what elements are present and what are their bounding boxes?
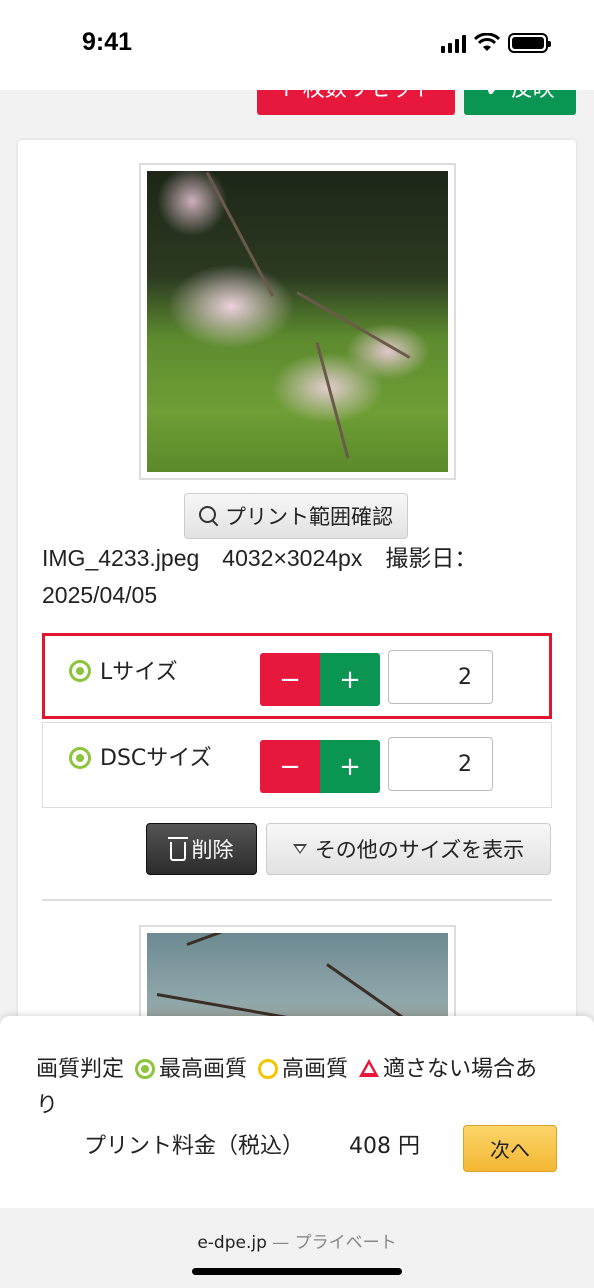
triangle-down-icon [292,844,307,854]
battery-icon [508,33,551,53]
show-other-sizes-label: その他のサイズを表示 [314,838,525,862]
delete-button[interactable]: 削除 [146,823,257,875]
delete-label: 削除 [191,838,234,862]
trash-icon [167,836,188,861]
print-range-check-label: プリント範囲確認 [225,505,393,529]
increase-button-l[interactable]: + [320,653,380,706]
status-icons [441,33,551,53]
signal-icon [441,33,466,53]
cherry-blossom-photo [147,171,448,472]
file-info: IMG_4233.jpeg 4032×3024px 撮影日：2025/04/05 [42,545,478,608]
browsing-mode: — プライベート [272,1233,397,1253]
home-indicator [192,1268,402,1275]
price-label: プリント料金（税込） [84,1134,305,1159]
increase-button-dsc[interactable]: + [320,740,380,793]
size-row-dsc: DSCサイズ − + 2 [42,722,552,808]
status-time: 9:41 [82,28,133,56]
browser-address-bar[interactable]: e-dpe.jp — プライベート [0,1208,594,1288]
decrease-button-dsc[interactable]: − [260,740,320,793]
next-button[interactable]: 次へ [463,1125,557,1172]
quality-legend: 画質判定 最高画質 高画質 適さない場合あり [36,1052,556,1124]
legend-prefix: 画質判定 [36,1057,125,1082]
divider [42,899,552,901]
status-bar: 9:41 [0,0,594,90]
best-quality-icon [69,660,91,682]
decrease-button-l[interactable]: − [260,653,320,706]
show-other-sizes-button[interactable]: その他のサイズを表示 [266,823,551,875]
quantity-field-dsc[interactable]: 2 [388,737,493,791]
url-domain: e-dpe.jp [197,1233,267,1253]
good-quality-icon [258,1059,279,1079]
warning-triangle-icon [359,1059,380,1077]
bottom-summary-panel: 画質判定 最高画質 高画質 適さない場合あり [0,1016,594,1208]
size-label-dsc: DSCサイズ [100,746,212,771]
wifi-icon [474,33,500,51]
quantity-field-l[interactable]: 2 [388,650,493,704]
price-value: 408 円 [349,1134,420,1159]
best-quality-icon [135,1059,156,1079]
quantity-stepper-l: − + [260,653,380,706]
legend-best: 最高画質 [159,1057,248,1082]
best-quality-icon [69,747,91,769]
search-icon [199,506,219,526]
print-range-check-button[interactable]: プリント範囲確認 [184,493,408,539]
size-label-l: Lサイズ [100,660,178,685]
size-row-l: Lサイズ − + 2 [42,633,552,719]
url-text: e-dpe.jp — プライベート [0,1228,594,1253]
quantity-stepper-dsc: − + [260,740,380,793]
legend-good: 高画質 [282,1057,349,1082]
photo-thumbnail[interactable] [139,163,456,480]
